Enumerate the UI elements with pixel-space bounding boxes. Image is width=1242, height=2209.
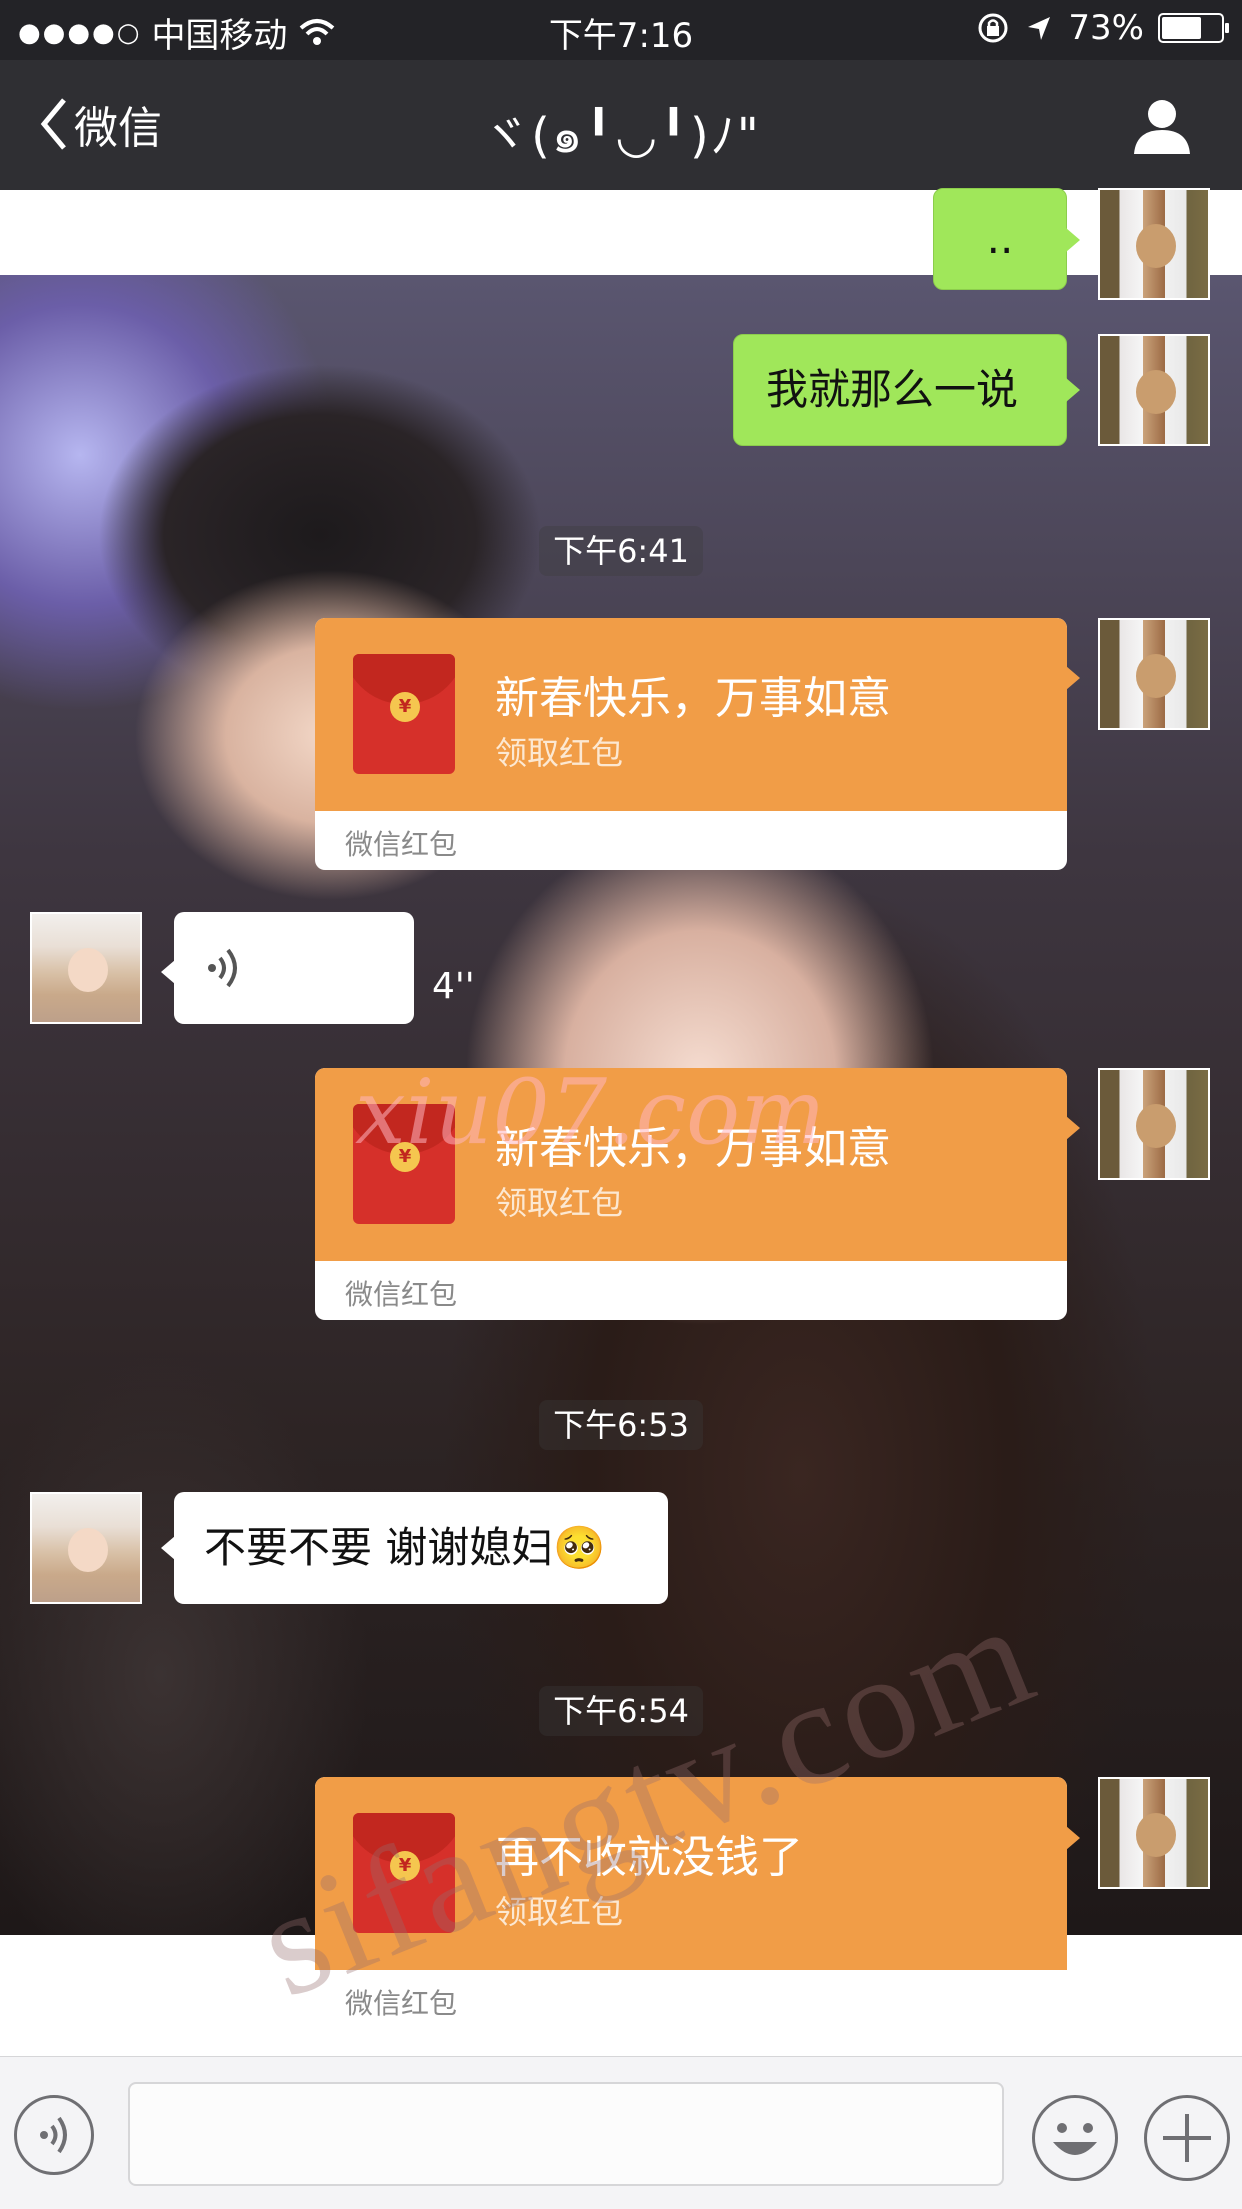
plus-icon (1163, 2114, 1211, 2162)
message-text: 不要不要 谢谢媳妇🥺 (204, 1523, 606, 1572)
chat-title: ヾ(๑╹◡╹)ﾉ" (481, 108, 761, 164)
voice-input-button[interactable] (14, 2095, 94, 2175)
voice-message-bubble[interactable] (174, 912, 414, 1024)
red-packet-message[interactable]: ¥ 新春快乐，万事如意 领取红包 微信红包 (315, 618, 1067, 870)
profile-icon[interactable] (1132, 96, 1192, 156)
emoji-button[interactable] (1032, 2095, 1118, 2181)
bubble-tail (1066, 1116, 1080, 1140)
my-message-bubble[interactable]: .. (933, 188, 1067, 290)
contact-avatar[interactable] (30, 912, 142, 1024)
smiley-icon (1053, 2123, 1097, 2155)
bubble-tail (1066, 1826, 1080, 1850)
message-text: .. (986, 214, 1014, 263)
timestamp: 下午6:41 (0, 526, 1242, 576)
bubble-tail (1066, 666, 1080, 690)
contact-message-bubble[interactable]: 不要不要 谢谢媳妇🥺 (174, 1492, 668, 1604)
my-avatar[interactable] (1098, 334, 1210, 446)
red-packet-footer: 微信红包 (345, 828, 458, 861)
my-avatar[interactable] (1098, 618, 1210, 730)
red-packet-subtitle: 领取红包 (495, 1184, 624, 1222)
contact-avatar[interactable] (30, 1492, 142, 1604)
my-message-bubble[interactable]: 我就那么一说 (733, 334, 1067, 446)
my-avatar[interactable] (1098, 188, 1210, 300)
bubble-tail (161, 960, 175, 984)
red-packet-subtitle: 领取红包 (495, 734, 624, 772)
bubble-tail (161, 1536, 175, 1560)
navigation-bar: 微信 ヾ(๑╹◡╹)ﾉ" (0, 60, 1242, 190)
message-text: 我就那么一说 (766, 365, 1019, 414)
battery-percent: 73% (1068, 8, 1144, 48)
bubble-tail (1066, 228, 1080, 252)
battery-fill (1162, 17, 1202, 39)
voice-wave-icon (208, 948, 237, 988)
red-packet-title: 新春快乐，万事如意 (495, 673, 891, 724)
voice-duration: 4'' (432, 966, 475, 1007)
my-avatar[interactable] (1098, 1777, 1210, 1889)
voice-icon (40, 2116, 67, 2154)
battery-icon (1158, 13, 1229, 43)
more-options-button[interactable] (1144, 2095, 1230, 2181)
timestamp: 下午6:53 (0, 1400, 1242, 1450)
message-input[interactable] (128, 2082, 1004, 2186)
red-envelope-icon: ¥ (353, 654, 455, 774)
orientation-lock-icon (978, 13, 1008, 43)
my-avatar[interactable] (1098, 1068, 1210, 1180)
watermark-text: xiu07.com (355, 1060, 826, 1165)
status-bar: ●●●●○ 中国移动 下午7:16 73% (0, 0, 1242, 60)
input-toolbar (0, 2056, 1242, 2209)
red-packet-footer: 微信红包 (345, 1278, 458, 1311)
bubble-tail (1066, 378, 1080, 402)
location-arrow-icon (1028, 17, 1051, 40)
